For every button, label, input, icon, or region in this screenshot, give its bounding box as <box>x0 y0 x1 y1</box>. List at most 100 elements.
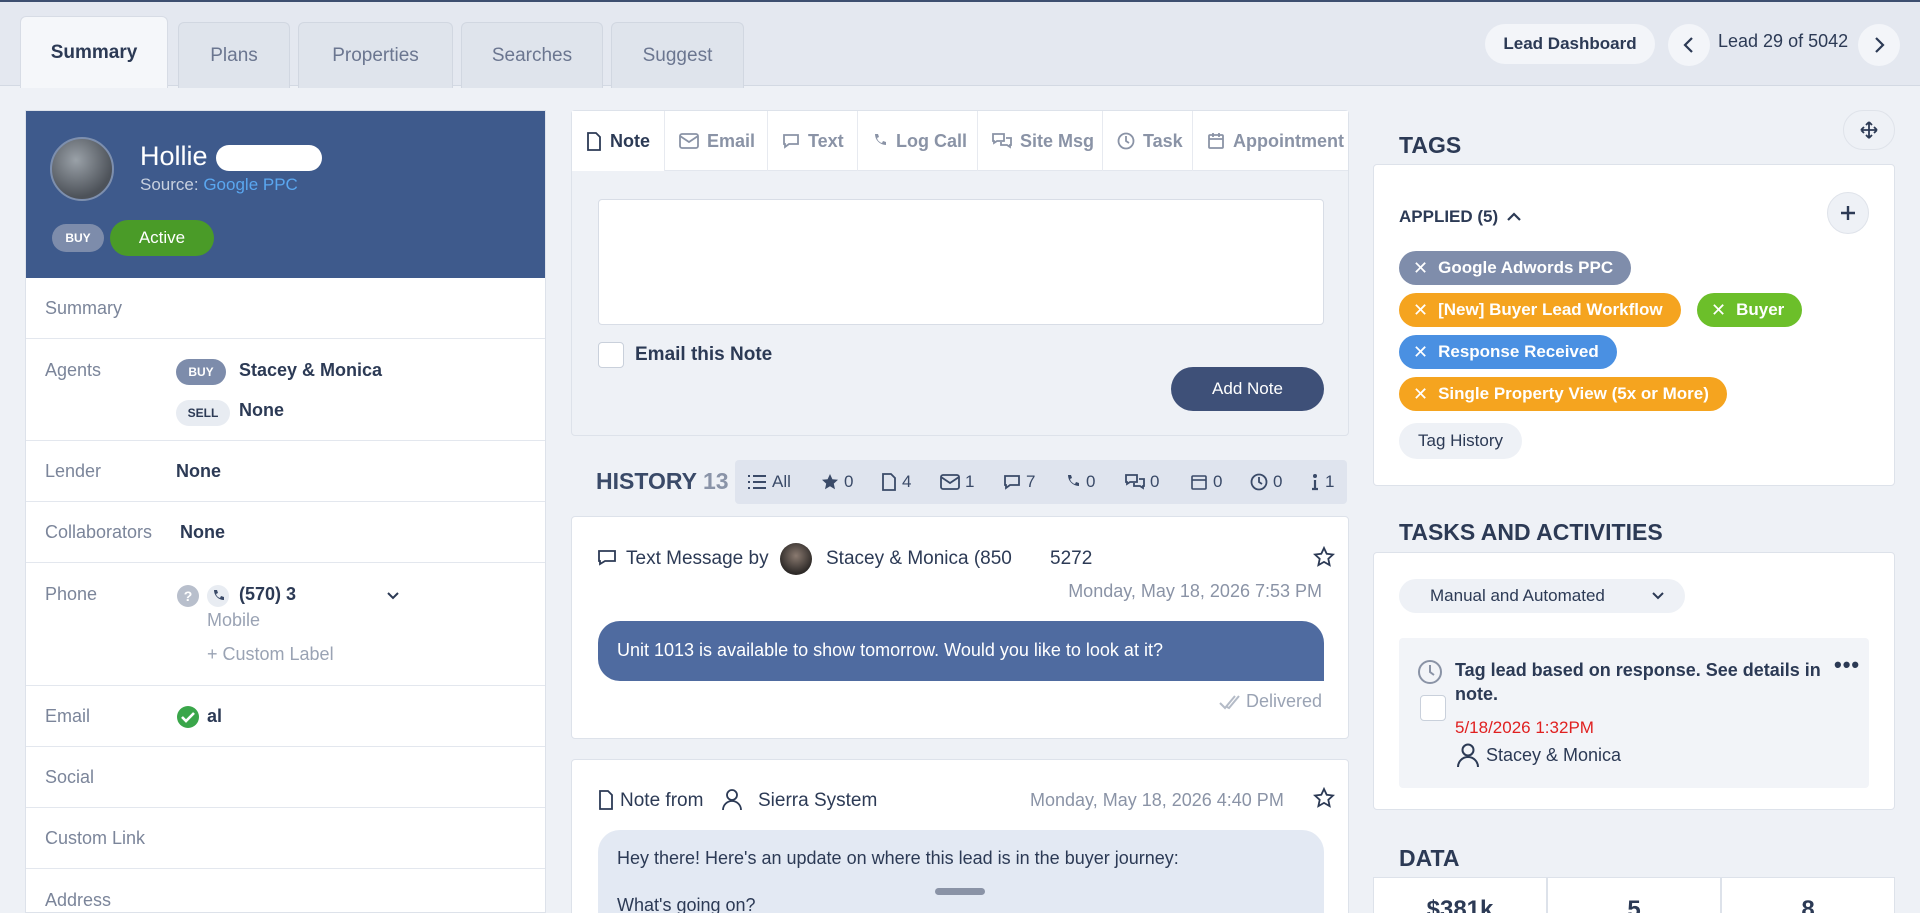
chevron-down-icon[interactable] <box>386 590 400 602</box>
reorder-sections-button[interactable] <box>1843 110 1895 150</box>
tag-label: Response Received <box>1438 342 1599 361</box>
question-icon[interactable]: ? <box>176 584 200 608</box>
tab-log-call[interactable]: Log Call <box>858 111 978 171</box>
phone-icon[interactable] <box>206 584 230 608</box>
note-body-bubble: Hey there! Here's an update on where thi… <box>598 830 1324 913</box>
tab-task[interactable]: Task <box>1103 111 1193 171</box>
star-icon[interactable] <box>1313 787 1335 809</box>
tab-plans[interactable]: Plans <box>178 22 290 88</box>
delivery-status: Delivered <box>1218 691 1322 712</box>
buy-agent-value[interactable]: Stacey & Monica <box>239 360 382 381</box>
tab-site-msg[interactable]: Site Msg <box>978 111 1103 171</box>
collaborators-value[interactable]: None <box>180 522 225 543</box>
add-custom-label-link[interactable]: + Custom Label <box>207 644 334 665</box>
filter-texts[interactable]: 7 <box>1003 472 1035 492</box>
remove-tag-icon[interactable]: ✕ <box>1413 384 1428 405</box>
redacted-phone <box>312 585 382 607</box>
tab-appointment[interactable]: Appointment <box>1193 111 1348 171</box>
custom-link-row[interactable]: Custom Link <box>26 808 545 869</box>
social-row[interactable]: Social <box>26 747 545 808</box>
phone-value[interactable]: (570) 3 <box>239 584 296 605</box>
user-icon <box>1457 743 1479 768</box>
history-item-text: Text Message by Stacey & Monica (850 527… <box>571 516 1349 739</box>
summary-row[interactable]: Summary <box>26 278 545 339</box>
more-options-icon[interactable]: ••• <box>1834 652 1860 678</box>
status-badge[interactable]: Active <box>110 220 214 256</box>
tag-chip[interactable]: ✕ Single Property View (5x or More) <box>1399 377 1727 411</box>
tags-card: APPLIED (5) ✕ Google Adwords PPC ✕ [New] B… <box>1373 164 1895 486</box>
tag-chip[interactable]: ✕ Buyer <box>1697 293 1803 327</box>
data-stat-count[interactable]: 5 <box>1547 877 1721 913</box>
applied-tags-toggle[interactable]: APPLIED (5) <box>1399 207 1522 227</box>
address-row[interactable]: Address <box>26 869 545 912</box>
tab-suggest[interactable]: Suggest <box>611 22 744 88</box>
filter-starred-count: 0 <box>844 472 854 491</box>
filter-all[interactable]: All <box>747 472 791 492</box>
task-item: Tag lead based on response. See details … <box>1399 638 1869 788</box>
svg-text:?: ? <box>184 588 193 604</box>
filter-site-msgs-count: 0 <box>1150 472 1160 491</box>
history-item-kind: Text Message by <box>626 548 769 569</box>
filter-notes[interactable]: 4 <box>881 472 911 492</box>
chat-bubble-icon <box>1004 475 1020 490</box>
filter-site-msgs[interactable]: 0 <box>1125 472 1159 492</box>
list-icon <box>748 475 766 489</box>
email-value[interactable]: al <box>207 706 222 727</box>
filter-tasks[interactable]: 0 <box>1250 472 1282 492</box>
add-note-button[interactable]: Add Note <box>1171 367 1324 411</box>
buy-agent-badge: BUY <box>176 359 226 385</box>
data-stat-count[interactable]: 8 <box>1721 877 1895 913</box>
tab-searches[interactable]: Searches <box>461 22 603 88</box>
task-filter-select[interactable]: Manual and Automated <box>1399 579 1685 613</box>
filter-emails[interactable]: 1 <box>940 472 974 492</box>
email-label: Email <box>45 706 91 726</box>
history-item-kind: Note from <box>620 790 704 811</box>
avatar[interactable] <box>50 137 114 201</box>
tab-email[interactable]: Email <box>665 111 768 171</box>
tag-label: Google Adwords PPC <box>1438 258 1614 277</box>
tab-text[interactable]: Text <box>768 111 858 171</box>
lender-value[interactable]: None <box>176 461 221 482</box>
tag-label: Buyer <box>1736 300 1785 319</box>
sell-agent-value[interactable]: None <box>239 400 284 421</box>
add-tag-button[interactable] <box>1827 192 1869 234</box>
email-this-note-label[interactable]: Email this Note <box>635 344 772 366</box>
filter-calls[interactable]: 0 <box>1065 472 1095 492</box>
tag-chip[interactable]: ✕ Google Adwords PPC <box>1399 251 1632 285</box>
tag-chip[interactable]: ✕ [New] Buyer Lead Workflow <box>1399 293 1681 327</box>
remove-tag-icon[interactable]: ✕ <box>1413 342 1428 363</box>
tab-text-label: Text <box>808 130 844 151</box>
lead-dashboard-button[interactable]: Lead Dashboard <box>1485 24 1655 64</box>
history-item-author[interactable]: Sierra System <box>758 790 877 812</box>
resize-handle[interactable] <box>935 888 985 895</box>
note-textarea[interactable] <box>598 199 1324 325</box>
filter-starred[interactable]: 0 <box>821 472 853 492</box>
tag-history-button[interactable]: Tag History <box>1399 423 1523 459</box>
tag-chip[interactable]: ✕ Response Received <box>1399 335 1617 369</box>
tab-note[interactable]: Note <box>572 111 665 171</box>
previous-lead-button[interactable] <box>1668 24 1710 66</box>
source-link[interactable]: Google PPC <box>203 175 298 194</box>
remove-tag-icon[interactable]: ✕ <box>1413 258 1428 279</box>
chevron-right-icon <box>1875 37 1885 53</box>
history-item-author[interactable]: Stacey & Monica (850 <box>826 548 1012 570</box>
star-icon[interactable] <box>1313 546 1335 568</box>
task-title[interactable]: Tag lead based on response. See details … <box>1455 658 1825 706</box>
lead-details-panel: Hollie Source: Google PPC BUY Active Sum… <box>25 110 546 913</box>
star-icon <box>822 474 838 490</box>
tab-properties[interactable]: Properties <box>298 22 453 88</box>
remove-tag-icon[interactable]: ✕ <box>1711 300 1726 321</box>
chat-bubbles-icon <box>1125 474 1145 490</box>
filter-info-count: 1 <box>1325 472 1335 491</box>
phone-icon <box>875 134 886 145</box>
filter-info[interactable]: 1 <box>1310 472 1334 492</box>
email-this-note-checkbox[interactable] <box>598 342 624 368</box>
task-complete-checkbox[interactable] <box>1420 695 1446 721</box>
tab-summary[interactable]: Summary <box>20 16 168 88</box>
remove-tag-icon[interactable]: ✕ <box>1413 300 1428 321</box>
phone-label: Phone <box>45 584 98 604</box>
filter-scheduled[interactable]: 0 <box>1190 472 1222 492</box>
next-lead-button[interactable] <box>1858 24 1900 66</box>
data-stat-price[interactable]: $381k <box>1373 877 1547 913</box>
task-assignee[interactable]: Stacey & Monica <box>1486 745 1621 766</box>
